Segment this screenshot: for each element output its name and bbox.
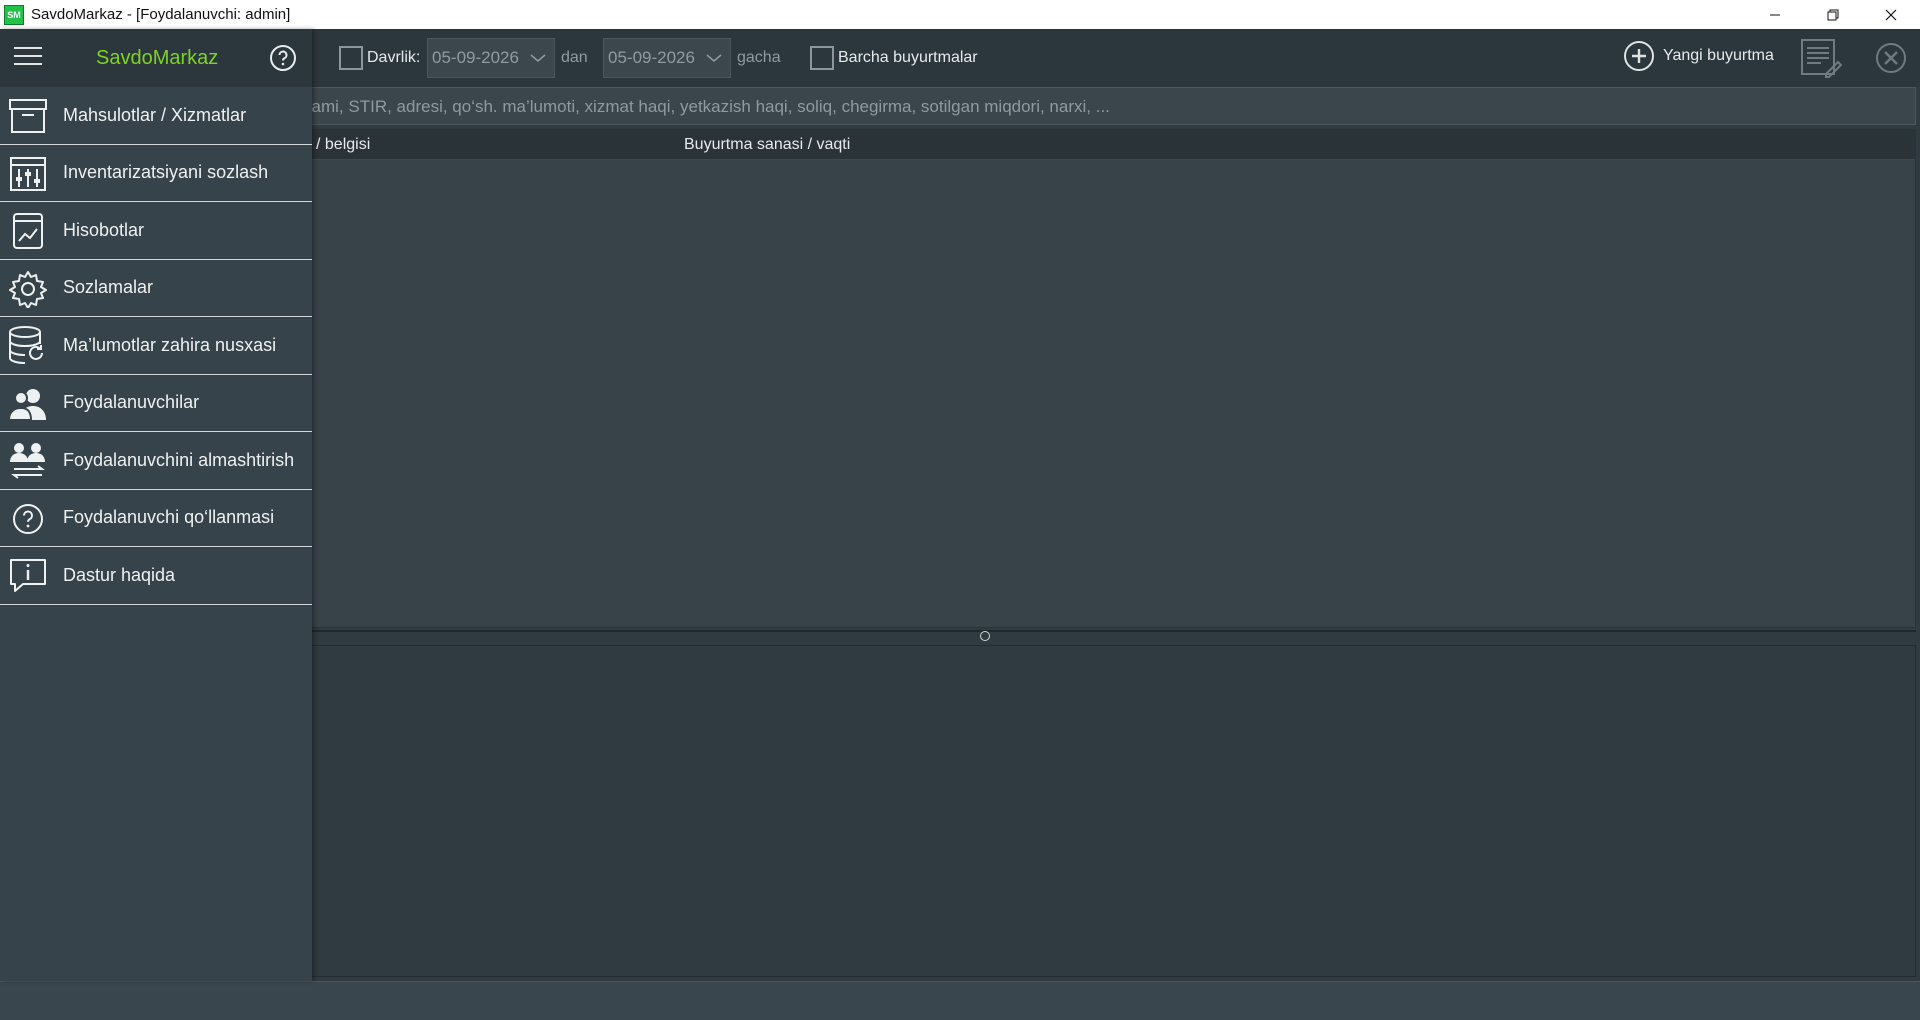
sidebar-item-settings[interactable]: Sozlamalar [0, 260, 312, 317]
to-suffix-label: gacha [737, 49, 781, 66]
window-title: SavdoMarkaz - [Foydalanuvchi: admin] [31, 6, 291, 23]
chevron-down-icon [706, 54, 722, 62]
hamburger-menu-icon[interactable] [14, 47, 42, 67]
date-to-picker[interactable]: 05-09-2026 [603, 38, 731, 78]
edit-list-icon[interactable] [1800, 38, 1842, 78]
sidebar-item-inventory[interactable]: Inventarizatsiyani sozlash [0, 145, 312, 202]
sliders-icon [8, 155, 48, 193]
sidebar-item-label: Sozlamalar [63, 277, 154, 298]
sidebar-item-label: Dastur haqida [63, 564, 176, 585]
date-to-value: 05-09-2026 [608, 48, 695, 67]
all-orders-checkbox[interactable] [810, 46, 834, 70]
restore-button[interactable] [1804, 0, 1862, 29]
close-icon [1885, 9, 1897, 20]
gear-icon [8, 270, 48, 308]
minimize-icon [1770, 14, 1780, 15]
sidebar-item-user-guide[interactable]: Foydalanuvchi qo‘llanmasi [0, 490, 312, 547]
plus-circle-icon [1624, 41, 1654, 71]
status-bar [0, 981, 1920, 1020]
date-from-picker[interactable]: 05-09-2026 [427, 38, 555, 78]
archive-box-icon [8, 97, 48, 135]
app-icon: SM [4, 4, 24, 25]
close-circle-icon[interactable] [1874, 41, 1908, 75]
sidebar-item-label: Hisobotlar [63, 219, 145, 240]
database-backup-icon [8, 326, 48, 365]
splitter-handle-icon[interactable] [980, 631, 990, 641]
sidebar-item-label: Inventarizatsiyani sozlash [63, 162, 269, 183]
sidebar-item-products[interactable]: Mahsulotlar / Xizmatlar [0, 87, 312, 145]
chevron-down-icon [530, 54, 546, 62]
period-label: Davrlik: [367, 49, 421, 66]
sidebar-item-backup[interactable]: Ma’lumotlar zahira nusxasi [0, 317, 312, 375]
report-chart-icon [8, 212, 48, 250]
new-order-button[interactable]: Yangi buyurtma [1622, 39, 1774, 73]
switch-user-icon [8, 442, 48, 480]
users-icon [8, 385, 48, 423]
sidebar-item-users[interactable]: Foydalanuvchilar [0, 375, 312, 432]
help-circle-icon [8, 500, 48, 538]
minimize-button[interactable] [1746, 0, 1804, 29]
period-checkbox[interactable] [339, 46, 363, 70]
date-from-value: 05-09-2026 [432, 48, 519, 67]
restore-icon [1827, 9, 1839, 20]
sidebar-item-reports[interactable]: Hisobotlar [0, 202, 312, 260]
sidebar-item-about[interactable]: Dastur haqida [0, 547, 312, 605]
sidebar-header: SavdoMarkaz [0, 29, 312, 87]
new-order-label: Yangi buyurtma [1663, 47, 1774, 64]
sidebar-item-label: Foydalanuvchini almashtirish [63, 449, 295, 470]
sidebar-item-label: Mahsulotlar / Xizmatlar [63, 104, 247, 125]
close-window-button[interactable] [1862, 0, 1920, 29]
sidebar-item-switch-user[interactable]: Foydalanuvchini almashtirish [0, 432, 312, 490]
help-icon[interactable] [269, 44, 297, 72]
window-titlebar: SM SavdoMarkaz - [Foydalanuvchi: admin] [0, 0, 1920, 29]
brand-title: SavdoMarkaz [96, 47, 219, 69]
from-suffix-label: dan [561, 49, 588, 66]
column-header-mark[interactable]: / belgisi [316, 136, 370, 154]
all-orders-label: Barcha buyurtmalar [838, 49, 978, 66]
sidebar-item-label: Foydalanuvchilar [63, 392, 200, 413]
sidebar-item-label: Ma’lumotlar zahira nusxasi [63, 334, 277, 355]
sidebar-menu: SavdoMarkaz Mahsulotlar / Xizmatlar Inve… [0, 29, 312, 981]
info-bubble-icon [8, 557, 48, 595]
sidebar-item-label: Foydalanuvchi qo‘llanmasi [63, 507, 275, 528]
column-header-order-date[interactable]: Buyurtma sanasi / vaqti [684, 136, 850, 154]
